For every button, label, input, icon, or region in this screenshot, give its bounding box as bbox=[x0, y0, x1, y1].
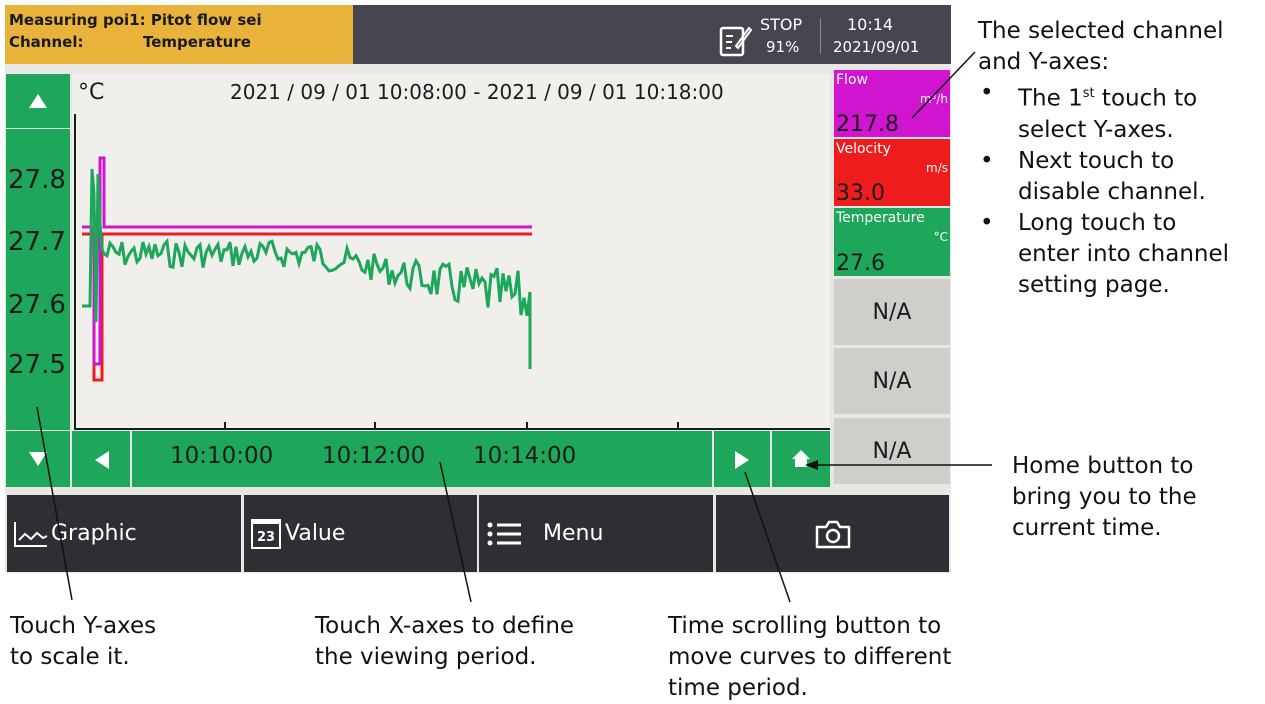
annotation-line: to scale it. bbox=[10, 644, 130, 670]
annotation-line: Time scrolling button to bbox=[668, 613, 942, 639]
channel-annotation: The selected channel and Y-axes: The 1st… bbox=[978, 16, 1229, 301]
annotation-line: move curves to different bbox=[668, 644, 952, 670]
annotation-line: The selected channel bbox=[978, 18, 1224, 44]
home-annotation: Home button to bring you to the current … bbox=[1012, 451, 1197, 544]
pointer-line bbox=[911, 51, 976, 119]
x-axis-annotation: Touch X-axes to define the viewing perio… bbox=[315, 611, 574, 673]
annotation-line: Touch X-axes to define bbox=[315, 613, 575, 639]
scroll-annotation: Time scrolling button to move curves to … bbox=[668, 611, 951, 704]
annotation-bullet: The 1st touch toselect Y-axes. bbox=[978, 78, 1229, 146]
pointer-line bbox=[36, 406, 73, 601]
annotation-line: and Y-axes: bbox=[978, 49, 1110, 75]
pointer-line bbox=[439, 461, 472, 603]
annotation-bullet: Long touch toenter into channelsetting p… bbox=[978, 208, 1229, 301]
y-axis-annotation: Touch Y-axes to scale it. bbox=[10, 611, 156, 673]
annotation-line: current time. bbox=[1012, 515, 1162, 541]
annotation-line: bring you to the bbox=[1012, 484, 1197, 510]
pointer-arrowhead bbox=[805, 460, 818, 470]
pointer-line bbox=[744, 471, 791, 603]
annotation-line: time period. bbox=[668, 675, 808, 701]
annotation-line: the viewing period. bbox=[315, 644, 537, 670]
annotation-line: Home button to bbox=[1012, 453, 1194, 479]
annotation-line: Touch Y-axes bbox=[10, 613, 157, 639]
annotation-bullet: Next touch todisable channel. bbox=[978, 146, 1229, 208]
